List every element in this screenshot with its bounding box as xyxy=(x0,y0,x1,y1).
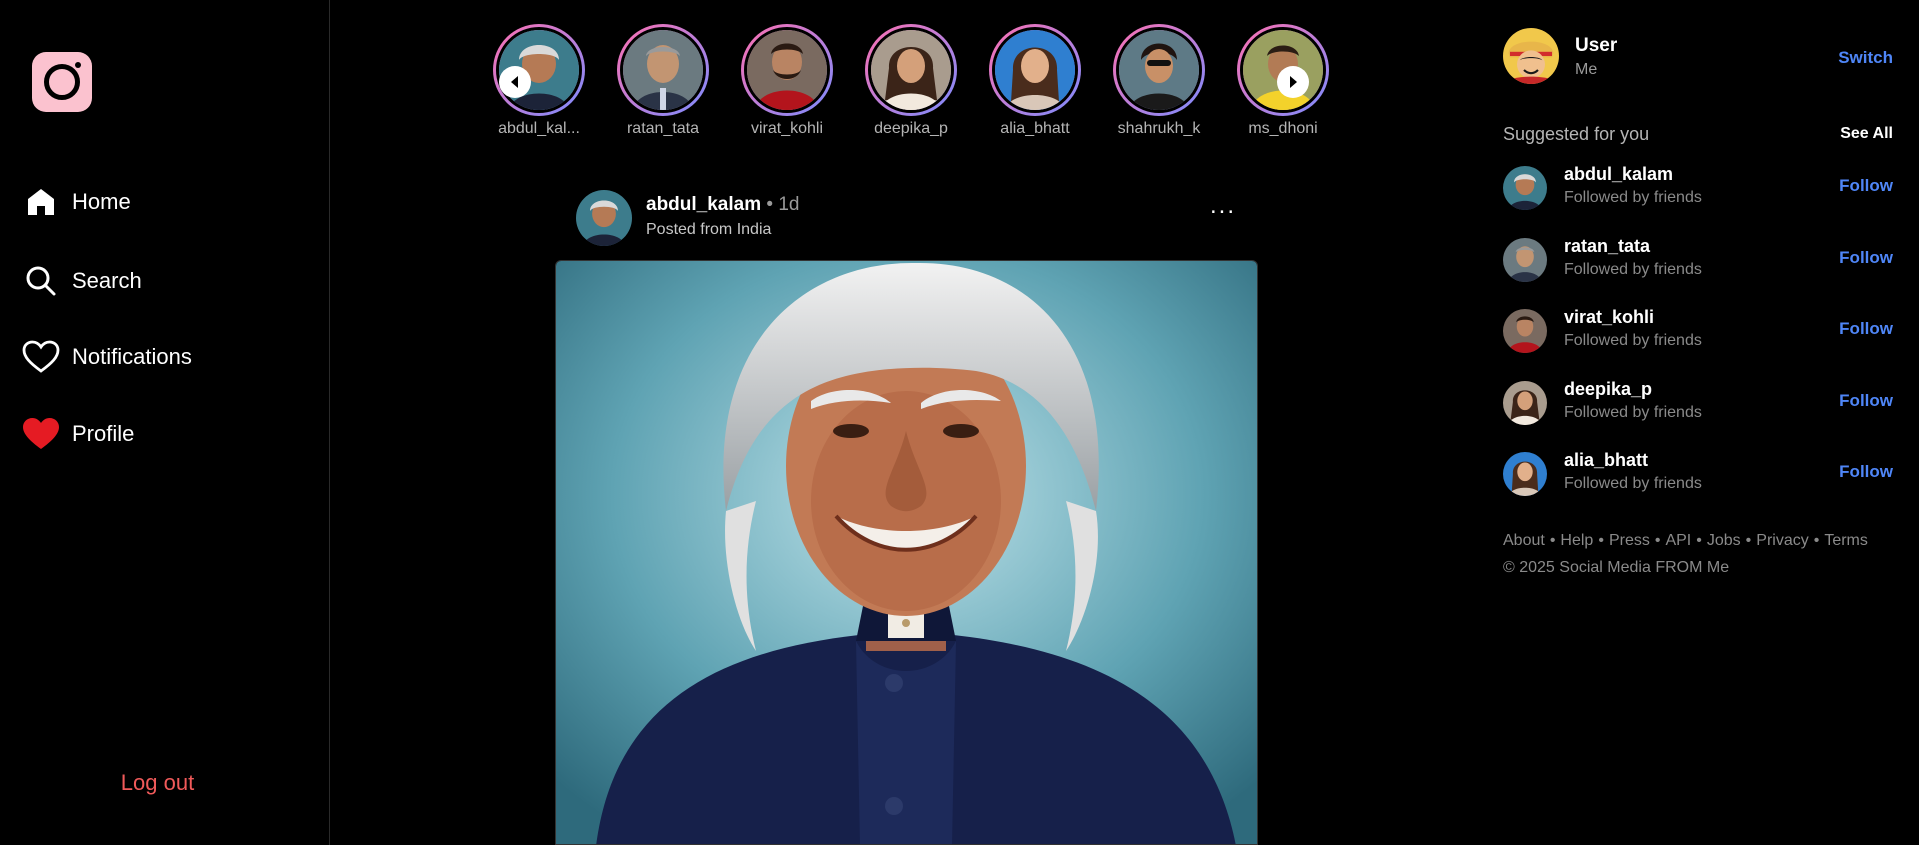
suggestion-username[interactable]: ratan_tata xyxy=(1564,236,1650,257)
chevron-left-icon xyxy=(511,76,518,88)
follow-button[interactable]: Follow xyxy=(1839,319,1893,339)
footer-link-help[interactable]: Help xyxy=(1560,532,1593,549)
story-username: deepika_p xyxy=(874,120,948,137)
story-username: ratan_tata xyxy=(626,120,700,137)
chevron-right-icon xyxy=(1290,76,1297,88)
portrait-image xyxy=(556,261,1257,844)
nav-profile[interactable]: Profile xyxy=(22,415,134,453)
user-name: User xyxy=(1575,35,1618,56)
story-avatar xyxy=(1119,30,1199,110)
story-username: abdul_kal... xyxy=(498,120,580,137)
stories-bar: abdul_kal... ratan_tata virat_kohli deep… xyxy=(484,24,1329,144)
footer-link-api[interactable]: API xyxy=(1665,532,1691,549)
suggestion-item: ratan_tata Followed by friends Follow xyxy=(1503,234,1893,286)
app-logo[interactable] xyxy=(32,52,92,112)
camera-dot-icon xyxy=(75,62,81,68)
follow-button[interactable]: Follow xyxy=(1839,391,1893,411)
suggestion-avatar[interactable] xyxy=(1503,309,1547,353)
sidebar: Home Search Notifications Profile Log ou… xyxy=(0,0,330,845)
suggestion-item: abdul_kalam Followed by friends Follow xyxy=(1503,162,1893,214)
suggestion-subtitle: Followed by friends xyxy=(1564,404,1702,421)
story-username: alia_bhatt xyxy=(1000,120,1070,137)
story-item[interactable]: deepika_p xyxy=(856,24,966,138)
camera-lens-icon xyxy=(44,64,80,100)
search-icon xyxy=(22,262,60,300)
story-avatar xyxy=(995,30,1075,110)
suggestion-avatar[interactable] xyxy=(1503,452,1547,496)
follow-button[interactable]: Follow xyxy=(1839,462,1893,482)
footer-link-terms[interactable]: Terms xyxy=(1824,532,1868,549)
suggestion-username[interactable]: virat_kohli xyxy=(1564,307,1654,328)
switch-account-button[interactable]: Switch xyxy=(1838,48,1893,68)
suggested-title: Suggested for you xyxy=(1503,124,1650,144)
story-username: shahrukh_k xyxy=(1117,120,1201,137)
stories-next-button[interactable] xyxy=(1277,66,1309,98)
suggestion-username[interactable]: abdul_kalam xyxy=(1564,164,1673,185)
suggestion-username[interactable]: deepika_p xyxy=(1564,379,1652,400)
story-ring xyxy=(741,24,833,116)
nav-profile-label: Profile xyxy=(72,421,135,446)
nav-notifications-label: Notifications xyxy=(72,344,192,369)
suggestion-subtitle: Followed by friends xyxy=(1564,261,1702,278)
nav-search[interactable]: Search xyxy=(22,262,142,300)
story-avatar xyxy=(747,30,827,110)
story-ring xyxy=(989,24,1081,116)
story-ring xyxy=(865,24,957,116)
story-avatar xyxy=(871,30,951,110)
see-all-link[interactable]: See All xyxy=(1840,125,1893,143)
heart-outline-icon xyxy=(22,338,60,376)
suggestion-item: virat_kohli Followed by friends Follow xyxy=(1503,305,1893,357)
suggestion-subtitle: Followed by friends xyxy=(1564,189,1702,206)
follow-button[interactable]: Follow xyxy=(1839,176,1893,196)
follow-button[interactable]: Follow xyxy=(1839,248,1893,268)
post-author[interactable]: abdul_kalam • 1d xyxy=(646,194,799,216)
footer-link-press[interactable]: Press xyxy=(1609,532,1650,549)
footer-links: About • Help • Press • API • Jobs • Privacy • Terms xyxy=(1503,532,1868,549)
nav-home[interactable]: Home xyxy=(22,183,131,221)
footer-link-jobs[interactable]: Jobs xyxy=(1707,532,1741,549)
story-ring xyxy=(617,24,709,116)
suggestion-username[interactable]: alia_bhatt xyxy=(1564,450,1648,471)
footer-link-about[interactable]: About xyxy=(1503,532,1545,549)
copyright-text: © 2025 Social Media FROM Me xyxy=(1503,559,1730,576)
story-ring xyxy=(1113,24,1205,116)
post-username[interactable]: abdul_kalam xyxy=(646,194,761,215)
story-item[interactable]: shahrukh_k xyxy=(1104,24,1214,138)
story-item[interactable]: virat_kohli xyxy=(732,24,842,138)
story-item[interactable]: alia_bhatt xyxy=(980,24,1090,138)
logout-button[interactable]: Log out xyxy=(0,770,315,796)
nav-notifications[interactable]: Notifications xyxy=(22,338,192,376)
post-time: • 1d xyxy=(761,194,800,215)
nav-search-label: Search xyxy=(72,268,142,293)
suggestion-avatar[interactable] xyxy=(1503,238,1547,282)
story-avatar xyxy=(623,30,703,110)
user-avatar[interactable] xyxy=(1503,28,1559,84)
story-username: ms_dhoni xyxy=(1248,120,1318,137)
post-avatar[interactable] xyxy=(576,190,632,246)
stories-prev-button[interactable] xyxy=(499,66,531,98)
suggestion-avatar[interactable] xyxy=(1503,166,1547,210)
nav-home-label: Home xyxy=(72,189,131,214)
story-username: virat_kohli xyxy=(750,120,824,137)
user-subtitle: Me xyxy=(1575,61,1598,78)
suggestion-subtitle: Followed by friends xyxy=(1564,475,1702,492)
heart-filled-icon xyxy=(22,415,60,453)
footer-link-privacy[interactable]: Privacy xyxy=(1756,532,1808,549)
post-image[interactable] xyxy=(555,260,1258,845)
more-options-button[interactable]: ... xyxy=(1210,192,1236,220)
suggestion-item: deepika_p Followed by friends Follow xyxy=(1503,377,1893,429)
story-item[interactable]: ratan_tata xyxy=(608,24,718,138)
post-header: abdul_kalam • 1d Posted from India ... xyxy=(576,188,1236,246)
suggestion-item: alia_bhatt Followed by friends Follow xyxy=(1503,448,1893,500)
post-location: Posted from India xyxy=(646,221,772,238)
suggestion-subtitle: Followed by friends xyxy=(1564,332,1702,349)
suggestion-avatar[interactable] xyxy=(1503,381,1547,425)
home-icon xyxy=(22,183,60,221)
